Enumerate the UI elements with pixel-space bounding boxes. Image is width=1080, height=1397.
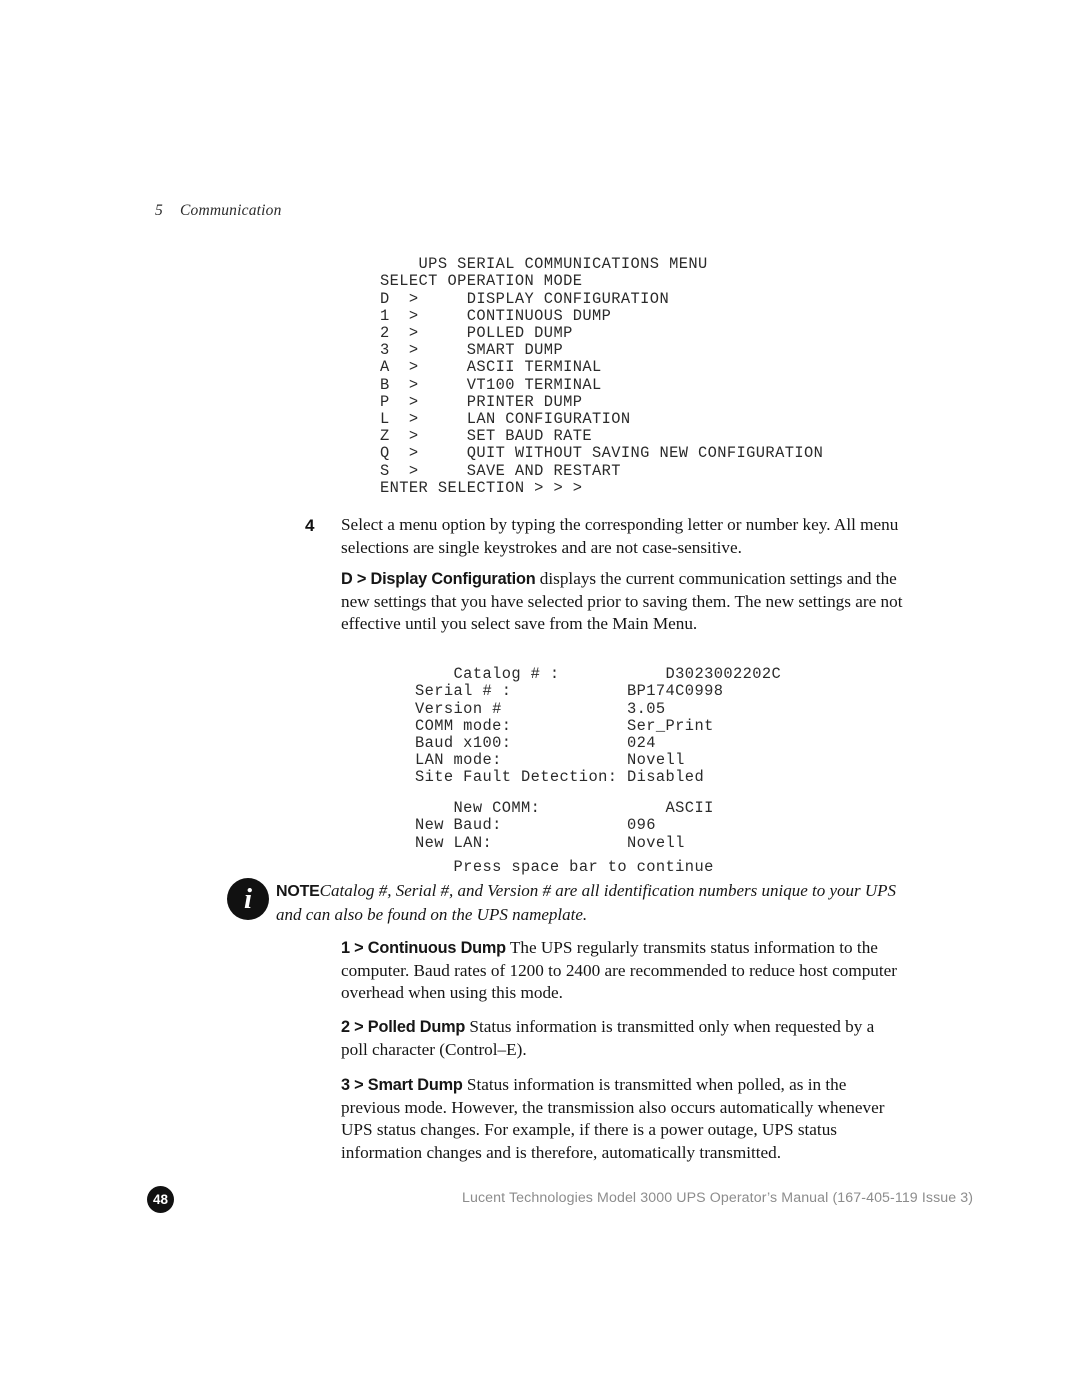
running-head: 5 Communication <box>155 202 282 220</box>
chapter-title: Communication <box>179 202 282 219</box>
note-label: NOTE <box>276 883 320 900</box>
info-icon: i <box>227 878 269 920</box>
smart-dump-paragraph: 3 > Smart Dump Status information is tra… <box>341 1074 903 1164</box>
continuous-dump-lead: 1 > Continuous Dump <box>341 939 506 957</box>
terminal-configuration-text: Catalog # : D3023002202C Serial # : BP17… <box>415 665 782 787</box>
display-configuration-lead: D > Display Configuration <box>341 570 536 588</box>
step-4-paragraph: Select a menu option by typing the corre… <box>341 514 903 559</box>
polled-dump-lead: 2 > Polled Dump <box>341 1018 466 1036</box>
note-text: NOTECatalog #, Serial #, and Version # a… <box>276 880 903 926</box>
manual-page: 5 Communication UPS SERIAL COMMUNICATIONS… <box>0 0 1080 1397</box>
terminal-configuration-block: Catalog # : D3023002202C Serial # : BP17… <box>415 649 781 804</box>
step-4-text: Select a menu option by typing the corre… <box>341 515 899 557</box>
step-number-4: 4 <box>305 516 315 535</box>
chapter-number: 5 <box>155 202 163 219</box>
smart-dump-lead: 3 > Smart Dump <box>341 1076 463 1094</box>
continuous-dump-paragraph: 1 > Continuous Dump The UPS regularly tr… <box>341 937 903 1005</box>
terminal-menu-block: UPS SERIAL COMMUNICATIONS MENU SELECT OP… <box>380 239 823 514</box>
footer-publication-text: Lucent Technologies Model 3000 UPS Opera… <box>462 1190 974 1206</box>
display-configuration-paragraph: D > Display Configuration displays the c… <box>341 568 903 636</box>
page-number-badge: 48 <box>147 1186 174 1213</box>
polled-dump-paragraph: 2 > Polled Dump Status information is tr… <box>341 1016 903 1061</box>
note-body: Catalog #, Serial #, and Version # are a… <box>276 881 897 924</box>
terminal-continue-text: Press space bar to continue <box>453 858 714 877</box>
terminal-menu-text: UPS SERIAL COMMUNICATIONS MENU SELECT OP… <box>380 255 824 497</box>
